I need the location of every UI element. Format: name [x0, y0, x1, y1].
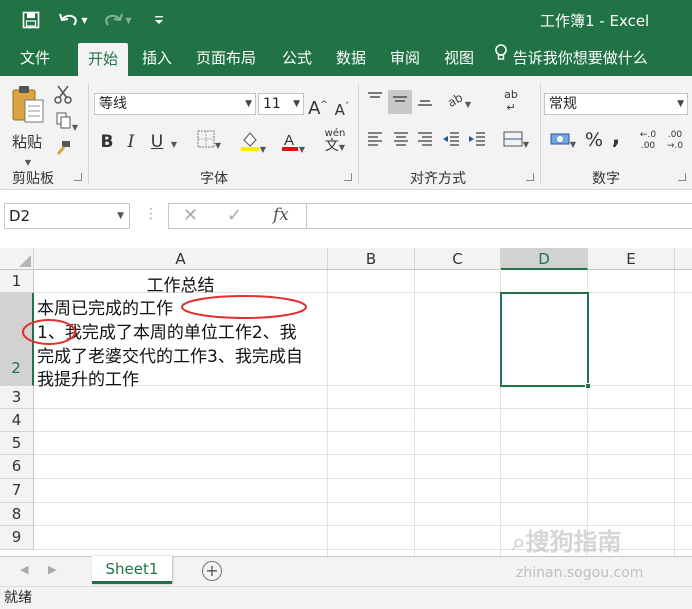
align-bottom-icon[interactable] [414, 90, 436, 114]
enter-icon[interactable]: ✓ [227, 205, 242, 226]
tab-formulas[interactable]: 公式 [272, 40, 322, 76]
undo-icon[interactable]: ▼ [58, 8, 88, 32]
cut-icon[interactable] [52, 84, 74, 111]
lightbulb-icon [494, 39, 508, 75]
copy-icon[interactable]: ▼ [52, 112, 82, 140]
format-painter-icon[interactable] [52, 140, 74, 165]
font-group-label: 字体 [200, 171, 228, 187]
paste-icon[interactable] [6, 84, 48, 130]
font-size-select[interactable]: 11 ▼ [258, 93, 304, 115]
annotation-ellipse-1 [181, 295, 307, 319]
formula-bar: D2 ▼ ⋮ ✕ ✓ fx [0, 196, 692, 240]
sheet-tab-bar: ◀ ▶ Sheet1 + zhinan.sogou.com [0, 556, 692, 586]
watermark-url: zhinan.sogou.com [516, 565, 644, 581]
customize-quick-access-icon[interactable] [150, 8, 168, 32]
sheet-tab-sheet1[interactable]: Sheet1 [92, 556, 172, 584]
increase-indent-icon[interactable] [466, 130, 488, 154]
bold-button[interactable]: B [96, 130, 118, 154]
merge-center-icon[interactable]: ▼ [498, 130, 534, 157]
font-name-select[interactable]: 等线 ▼ [94, 93, 256, 115]
tab-review[interactable]: 审阅 [380, 40, 430, 76]
borders-icon[interactable]: ▼ [190, 130, 228, 158]
active-cell-d2[interactable] [500, 292, 591, 389]
accounting-format-icon[interactable]: ▼ [546, 130, 580, 157]
clipboard-launcher-icon[interactable] [74, 173, 82, 181]
align-left-icon[interactable] [364, 130, 386, 154]
prev-sheet-icon[interactable]: ◀ [20, 563, 28, 576]
align-middle-icon[interactable] [388, 90, 412, 114]
number-format-select[interactable]: 常规 ▼ [544, 93, 688, 115]
status-ready: 就绪 [4, 590, 32, 606]
cancel-icon[interactable]: ✕ [183, 205, 198, 226]
alignment-group-label: 对齐方式 [410, 171, 466, 187]
clipboard-group-label: 剪贴板 [12, 171, 54, 187]
fill-color-icon[interactable]: ▼ [236, 130, 270, 162]
tell-me-text: 告诉我你想要做什么 [512, 49, 648, 67]
font-launcher-icon[interactable] [344, 173, 352, 181]
svg-text:A: A [284, 132, 294, 149]
align-center-icon[interactable] [390, 130, 412, 154]
tab-home[interactable]: 开始 [78, 43, 128, 76]
font-color-icon[interactable]: A ▼ [276, 130, 310, 162]
orientation-icon[interactable]: ab ▼ [442, 90, 476, 117]
number-launcher-icon[interactable] [678, 173, 686, 181]
name-box[interactable]: D2 ▼ [4, 203, 130, 229]
formula-input[interactable] [306, 203, 692, 229]
percent-style-button[interactable]: % [584, 128, 604, 152]
redo-icon[interactable]: ▼ [100, 8, 134, 32]
italic-button[interactable]: I [120, 130, 142, 154]
sogou-logo-icon: ⌕ [512, 528, 526, 556]
tab-insert[interactable]: 插入 [132, 40, 182, 76]
next-sheet-icon[interactable]: ▶ [48, 563, 56, 576]
window-title: 工作簿1 - Excel [540, 12, 650, 30]
comma-style-button[interactable]: , [608, 126, 624, 150]
underline-button[interactable]: U [146, 130, 168, 154]
decrease-decimal-button[interactable]: .00 →.0 [662, 130, 688, 152]
ribbon: 粘贴 ▼ ▼ 剪贴板 等线 ▼ 11 ▼ A^ Aˇ B I U ▼ ▼ ▼ A ▼ … [0, 76, 692, 190]
align-top-icon[interactable] [364, 90, 386, 114]
add-sheet-icon[interactable]: + [202, 561, 222, 581]
worksheet-grid[interactable]: A B C D E 1 2 3 4 5 6 7 8 9 工作总结 本周已完成的工… [0, 248, 692, 556]
shrink-font-button[interactable]: Aˇ [332, 95, 352, 122]
align-right-icon[interactable] [414, 130, 436, 154]
ribbon-tabs: 文件 开始 插入 页面布局 公式 数据 审阅 视图 告诉我你想要做什么 [0, 40, 692, 76]
tell-me-box[interactable]: 告诉我你想要做什么 [494, 40, 664, 76]
title-bar: ▼ ▼ 工作簿1 - Excel [0, 0, 692, 40]
save-icon[interactable] [20, 8, 42, 32]
svg-text:ab: ab [447, 91, 465, 107]
alignment-launcher-icon[interactable] [526, 173, 534, 181]
annotation-ellipse-2 [22, 319, 76, 345]
phonetic-guide-button[interactable]: wén 文▼ [318, 128, 352, 154]
fill-handle[interactable] [585, 383, 591, 389]
tab-file[interactable]: 文件 [10, 40, 60, 76]
wrap-text-icon[interactable]: ab ↵ [498, 88, 524, 114]
insert-function-button[interactable]: fx [273, 205, 289, 225]
tab-page-layout[interactable]: 页面布局 [186, 40, 266, 76]
decrease-indent-icon[interactable] [440, 130, 462, 154]
tab-view[interactable]: 视图 [434, 40, 484, 76]
number-group-label: 数字 [592, 171, 620, 187]
grow-font-button[interactable]: A^ [308, 93, 328, 121]
status-bar: 就绪 [0, 586, 692, 609]
tab-data[interactable]: 数据 [326, 40, 376, 76]
increase-decimal-button[interactable]: ←.0 .00 [636, 130, 660, 152]
watermark-logo: ⌕搜狗指南 [512, 528, 622, 556]
drag-handle-icon[interactable]: ⋮ [144, 206, 158, 222]
